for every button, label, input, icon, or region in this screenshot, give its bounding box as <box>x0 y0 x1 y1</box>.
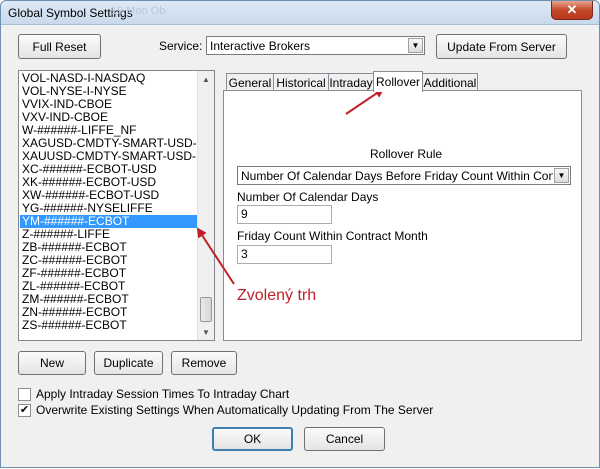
calendar-days-label: Number Of Calendar Days <box>237 190 379 204</box>
symbol-list-item[interactable]: ZB-######-ECBOT <box>20 241 198 254</box>
update-from-server-button[interactable]: Update From Server <box>436 34 567 59</box>
symbol-list-item[interactable]: XK-######-ECBOT-USD <box>20 176 198 189</box>
symbol-list-item[interactable]: Z-######-LIFFE <box>20 228 198 241</box>
tab-historical[interactable]: Historical <box>273 73 329 91</box>
overwrite-existing-label: Overwrite Existing Settings When Automat… <box>36 403 434 417</box>
tab-additional[interactable]: Additional <box>422 73 478 91</box>
symbol-list-item[interactable]: ZF-######-ECBOT <box>20 267 198 280</box>
friday-count-input[interactable]: 3 <box>237 245 332 264</box>
duplicate-button[interactable]: Duplicate <box>94 351 163 375</box>
overwrite-existing-checkbox[interactable]: ✔ <box>18 403 31 417</box>
full-reset-button[interactable]: Full Reset <box>18 34 101 59</box>
tab-intraday[interactable]: Intraday <box>328 73 374 91</box>
close-button[interactable]: ✕ <box>551 1 593 20</box>
symbol-list-item[interactable]: XAGUSD-CMDTY-SMART-USD-BA <box>20 137 198 150</box>
service-label: Service: <box>159 39 203 53</box>
symbol-list-item[interactable]: ZS-######-ECBOT <box>20 319 198 332</box>
symbol-list-item[interactable]: ZN-######-ECBOT <box>20 306 198 319</box>
scrollbar-thumb[interactable] <box>200 297 212 322</box>
symbol-list-item[interactable]: YM-######-ECBOT <box>20 215 198 228</box>
annotation-label: Zvolený trh <box>237 287 317 304</box>
apply-intraday-label: Apply Intraday Session Times To Intraday… <box>36 387 290 401</box>
symbol-list-item[interactable]: ZM-######-ECBOT <box>20 293 198 306</box>
tab-rollover[interactable]: Rollover <box>373 71 423 92</box>
friday-count-label: Friday Count Within Contract Month <box>237 229 428 243</box>
remove-button[interactable]: Remove <box>171 351 237 375</box>
symbol-list-items: VOL-NASD-I-NASDAQ VOL-NYSE-I-NYSE VVIX-IND… <box>20 72 198 332</box>
rollover-rule-value: Number Of Calendar Days Before Friday Co… <box>241 169 553 183</box>
symbol-list-item[interactable]: XAUUSD-CMDTY-SMART-USD-BA <box>20 150 198 163</box>
close-icon: ✕ <box>566 2 578 17</box>
symbol-list-item[interactable]: W-######-LIFFE_NF <box>20 124 198 137</box>
tab-general[interactable]: General <box>226 73 274 91</box>
symbol-list-scrollbar[interactable]: ▲ ▼ <box>197 71 214 340</box>
arrow-down-icon[interactable]: ▼ <box>198 324 214 340</box>
symbol-list-item[interactable]: ZL-######-ECBOT <box>20 280 198 293</box>
ok-button[interactable]: OK <box>212 427 293 451</box>
symbol-list-item[interactable]: XC-######-ECBOT-USD <box>20 163 198 176</box>
symbol-list-item[interactable]: YG-######-NYSELIFFE <box>20 202 198 215</box>
check-icon: ✔ <box>19 403 30 416</box>
background-window-title: 19 Mon Ob <box>111 5 166 17</box>
new-button[interactable]: New <box>18 351 86 375</box>
chevron-down-icon[interactable]: ▼ <box>408 38 423 53</box>
chevron-down-icon[interactable]: ▼ <box>554 168 569 183</box>
overwrite-existing-option[interactable]: ✔ Overwrite Existing Settings When Autom… <box>18 403 433 417</box>
symbol-list-item[interactable]: VOL-NYSE-I-NYSE <box>20 85 198 98</box>
arrow-up-icon[interactable]: ▲ <box>198 71 214 87</box>
service-select-value: Interactive Brokers <box>210 39 311 53</box>
symbol-list-item[interactable]: VOL-NASD-I-NASDAQ <box>20 72 198 85</box>
apply-intraday-option[interactable]: Apply Intraday Session Times To Intraday… <box>18 387 289 401</box>
title-bar[interactable]: Global Symbol Settings 19 Mon Ob ✕ <box>1 1 599 25</box>
symbol-list-item[interactable]: XW-######-ECBOT-USD <box>20 189 198 202</box>
symbol-list-item[interactable]: VXV-IND-CBOE <box>20 111 198 124</box>
global-symbol-settings-dialog: Global Symbol Settings 19 Mon Ob ✕ Full … <box>0 0 600 468</box>
service-select[interactable]: Interactive Brokers ▼ <box>206 36 425 55</box>
cancel-button[interactable]: Cancel <box>304 427 385 451</box>
rollover-rule-label: Rollover Rule <box>370 147 443 161</box>
rollover-rule-select[interactable]: Number Of Calendar Days Before Friday Co… <box>237 166 571 185</box>
symbol-list-item[interactable]: ZC-######-ECBOT <box>20 254 198 267</box>
symbol-list-item[interactable]: VVIX-IND-CBOE <box>20 98 198 111</box>
symbol-list[interactable]: VOL-NASD-I-NASDAQ VOL-NYSE-I-NYSE VVIX-IND… <box>18 70 215 341</box>
apply-intraday-checkbox[interactable] <box>18 387 31 401</box>
calendar-days-input[interactable]: 9 <box>237 205 332 224</box>
